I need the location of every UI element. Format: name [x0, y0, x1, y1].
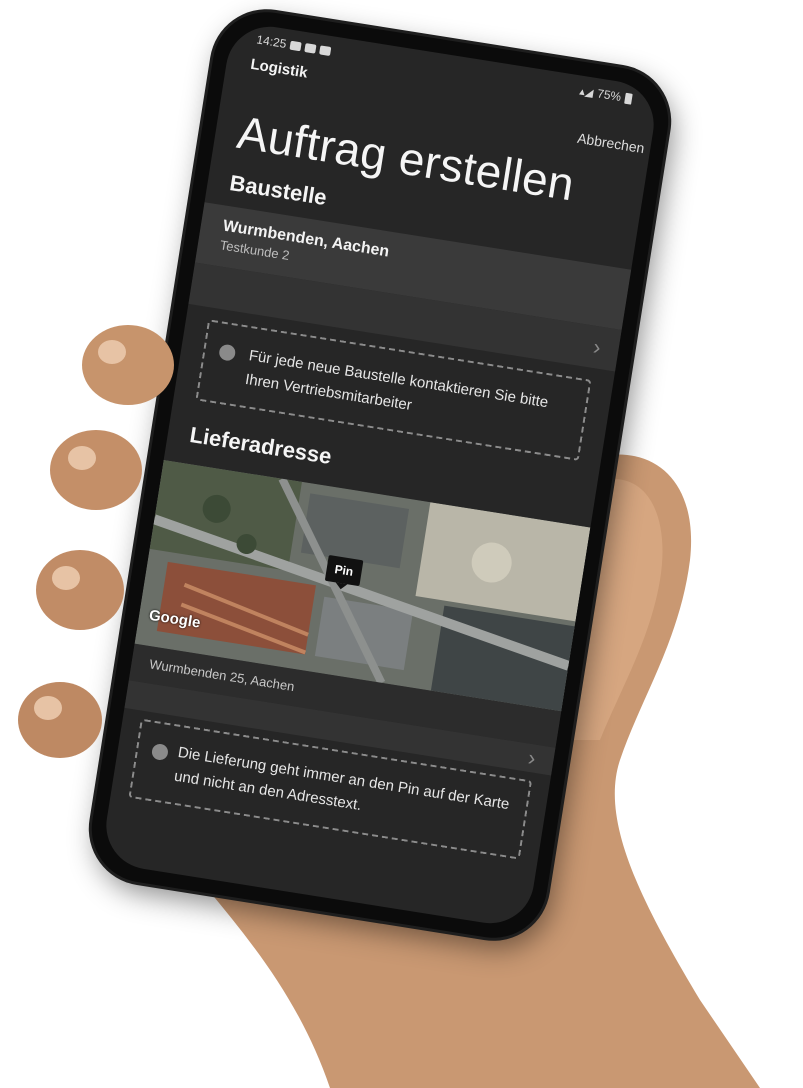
map-pin[interactable]: Pin [324, 554, 364, 587]
signal-icon: ▴◢ [578, 85, 595, 100]
chat-notification-icon [304, 42, 317, 54]
status-left: 14:25 [256, 32, 332, 58]
status-time: 14:25 [255, 32, 288, 51]
construction-site-info-text: Für jede neue Baustelle kontaktieren Sie… [243, 347, 550, 414]
app-notification-icon [319, 44, 332, 56]
product-photo: 14:25 ▴◢ 75% Logistik Abbrechen Auftrag … [0, 0, 803, 1088]
image-notification-icon [289, 40, 302, 51]
battery-percent: 75% [596, 86, 623, 104]
info-icon [218, 343, 237, 362]
info-icon [150, 742, 170, 762]
status-right: ▴◢ 75% [578, 84, 633, 106]
battery-icon [624, 92, 633, 105]
chevron-right-icon: › [526, 744, 538, 771]
chevron-right-icon: › [591, 333, 603, 360]
